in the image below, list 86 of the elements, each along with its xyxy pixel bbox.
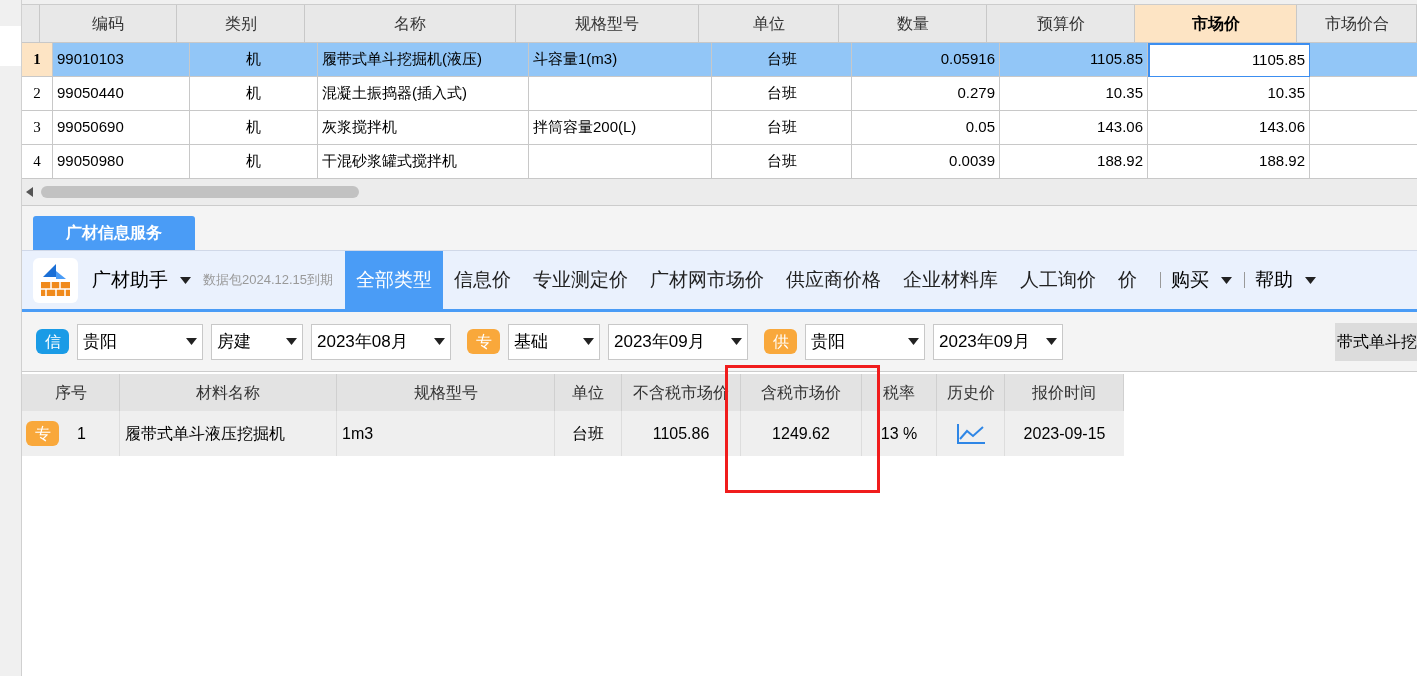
table-cell-text: 99050980	[57, 151, 124, 172]
category-tab[interactable]: 信息价	[443, 251, 523, 309]
caret-icon	[1305, 276, 1317, 284]
caret-icon	[286, 338, 297, 345]
menu-button[interactable]: 帮助	[1255, 265, 1317, 295]
row-number: 2	[22, 77, 53, 111]
caret-icon	[1221, 276, 1233, 284]
table-row[interactable]: 3 99050690 机 灰浆搅拌机 拌筒容量200(L) 台班 0.05 143.06 143.06	[22, 111, 1417, 145]
table-cell-text: 履带式单斗挖掘机(液压)	[322, 49, 482, 70]
table-cell-text: 99050690	[57, 117, 124, 138]
table-cell-text: 188.92	[1097, 151, 1143, 172]
search-text[interactable]: 带式单斗挖	[1335, 322, 1417, 361]
table-cell-text: 10.35	[1105, 83, 1143, 104]
caret-icon	[186, 338, 197, 345]
table-cell-text: 99050440	[57, 83, 124, 104]
caret-icon	[908, 338, 919, 345]
select-field[interactable]: 2023年09月	[608, 323, 748, 360]
select-field[interactable]: 贵阳	[77, 323, 203, 360]
table-cell-text: 台班	[766, 49, 797, 70]
table-cell-text: 0.279	[957, 83, 995, 104]
badge: 专	[26, 421, 59, 446]
table-cell-text: 1	[77, 423, 86, 444]
menu-button[interactable]: 购买	[1171, 265, 1233, 295]
table-row[interactable]: 4 99050980 机 干混砂浆罐式搅拌机 台班 0.0039 188.92 188.92	[22, 145, 1417, 179]
table-cell-text: 143.06	[1259, 117, 1305, 138]
result-row[interactable]: 专 1 履带式单斗液压挖掘机 1m3 台班 1105.86 1249.62 13 % 2023-09-15	[22, 411, 1124, 456]
row-number: 3	[22, 111, 53, 145]
table-cell-text: 188.92	[1259, 151, 1305, 172]
table-cell-text: 履带式单斗液压挖掘机	[125, 423, 285, 444]
select-field[interactable]: 2023年09月	[933, 323, 1063, 360]
side-panel-item[interactable]	[0, 26, 21, 66]
badge: 专	[467, 329, 500, 354]
caret-icon	[180, 276, 191, 284]
category-tab[interactable]: 价	[1107, 251, 1149, 309]
table-cell-text: 斗容量1(m3)	[533, 49, 618, 70]
select-field[interactable]: 房建	[211, 323, 303, 360]
expiry-note: 数据包2024.12.15到期	[203, 271, 334, 290]
table-cell-text: 1105.86	[652, 423, 710, 444]
row-number: 1	[22, 43, 53, 77]
table-cell-text: 13 %	[880, 423, 918, 444]
table-cell-text: 99010103	[57, 49, 124, 70]
category-tab[interactable]: 广材网市场价	[639, 251, 776, 309]
table-row[interactable]: 2 99050440 机 混凝土振捣器(插入式) 台班 0.279 10.35 10.35	[22, 77, 1417, 111]
table-cell-text: 1249.62	[772, 423, 830, 444]
table-cell-text: 143.06	[1097, 117, 1143, 138]
row-number: 4	[22, 145, 53, 179]
table-cell-text: 0.0039	[949, 151, 995, 172]
caret-icon	[583, 338, 594, 345]
table-cell-text: 台班	[766, 83, 797, 104]
caret-icon	[731, 338, 742, 345]
scroll-left-icon[interactable]	[26, 187, 33, 197]
table-cell-text: 干混砂浆罐式搅拌机	[322, 151, 457, 172]
select-field[interactable]: 基础	[508, 323, 600, 360]
table-cell-text: 1105.85	[1089, 49, 1143, 70]
select-field[interactable]: 贵阳	[805, 323, 925, 360]
table-cell-text: 2023-09-15	[1023, 423, 1106, 444]
table-cell-text: 0.05916	[940, 49, 995, 70]
table-cell-text: 机	[246, 83, 261, 104]
table-row[interactable]: 1 99010103 机 履带式单斗挖掘机(液压) 斗容量1(m3) 台班 0.05916 1105.85 1105.85	[22, 43, 1417, 77]
table-cell-text: 灰浆搅拌机	[322, 117, 397, 138]
table-cell-text: 1105.85	[1251, 50, 1305, 71]
badge: 供	[764, 329, 797, 354]
category-tab[interactable]: 企业材料库	[892, 251, 1010, 309]
table-cell-text: 10.35	[1267, 83, 1305, 104]
category-tab[interactable]: 专业测定价	[522, 251, 640, 309]
caret-icon	[434, 338, 445, 345]
caret-icon	[1046, 338, 1057, 345]
category-tab[interactable]: 供应商价格	[775, 251, 893, 309]
category-tab[interactable]: 人工询价	[1009, 251, 1108, 309]
table-cell-text: 拌筒容量200(L)	[533, 117, 637, 138]
scrollbar-thumb[interactable]	[41, 186, 359, 198]
table-cell-text: 台班	[766, 117, 797, 138]
table-cell-text: 机	[246, 117, 261, 138]
table-cell-text: 0.05	[965, 117, 995, 138]
table-cell-text: 台班	[766, 151, 797, 172]
table-cell-text: 机	[246, 151, 261, 172]
table-cell-text: 1m3	[342, 423, 374, 444]
brand-name[interactable]: 广材助手	[92, 265, 168, 295]
logo-icon	[33, 257, 78, 303]
badge: 信	[36, 329, 69, 354]
line-chart-icon[interactable]	[955, 422, 986, 445]
column-header[interactable]: 市场价	[1135, 5, 1297, 43]
table-cell-text: 机	[246, 49, 261, 70]
table-cell-text: 台班	[572, 423, 604, 444]
select-field[interactable]: 2023年08月	[311, 323, 451, 360]
table-cell-text: 混凝土振捣器(插入式)	[322, 83, 467, 104]
